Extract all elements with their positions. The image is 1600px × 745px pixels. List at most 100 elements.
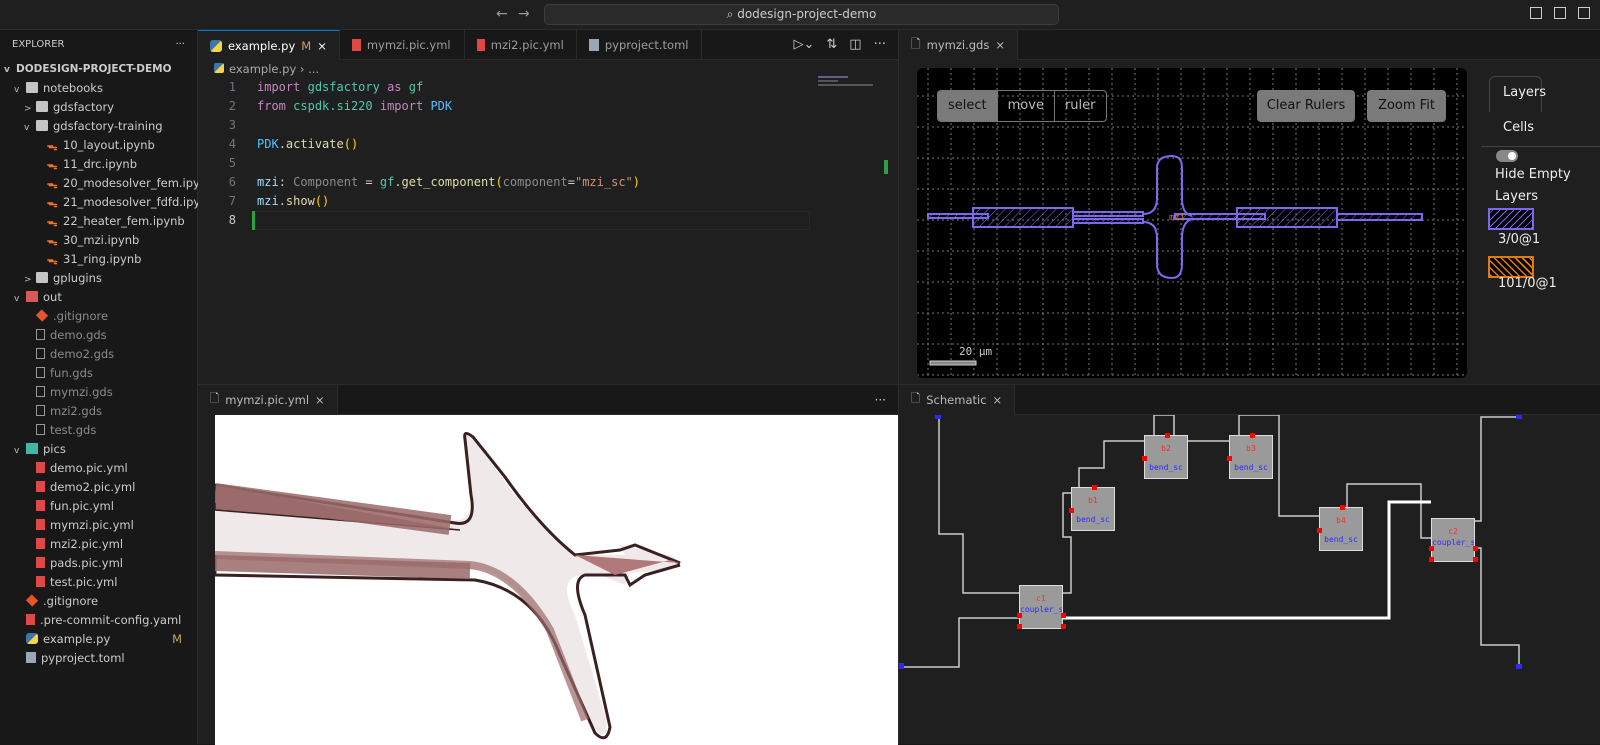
port-marker[interactable] (1250, 433, 1255, 438)
compare-changes-icon[interactable]: ⇅ (826, 37, 837, 52)
tree-item[interactable]: > gdsfactory (0, 98, 197, 117)
port-marker[interactable] (1092, 485, 1097, 490)
instance-type: bend_sc (1149, 463, 1183, 472)
tree-item[interactable]: v gdsfactory-training (0, 117, 197, 136)
close-tab-icon[interactable]: × (315, 393, 325, 407)
tree-item[interactable]: test.gds (0, 421, 197, 440)
more-actions-icon[interactable]: ··· (863, 385, 898, 414)
tree-item[interactable]: fun.gds (0, 364, 197, 383)
port-marker[interactable] (1429, 546, 1434, 551)
schematic-instance-b2[interactable]: b2 bend_sc (1142, 433, 1188, 479)
tab-mzi2-pic-yml[interactable]: mzi2.pic.yml (465, 30, 577, 60)
port-marker[interactable] (1429, 557, 1434, 562)
port-marker[interactable] (1017, 613, 1022, 618)
zoom-fit-button[interactable]: Zoom Fit (1367, 90, 1446, 122)
cursor-line[interactable] (255, 211, 810, 230)
tab-schematic[interactable]: 🗋 Schematic × (899, 385, 1016, 415)
tab-cells[interactable]: Cells (1503, 120, 1534, 135)
port-marker[interactable] (1473, 557, 1478, 562)
tree-item[interactable]: .gitignore (0, 307, 197, 326)
tree-item[interactable]: pyproject.toml (0, 649, 197, 668)
clear-rulers-button[interactable]: Clear Rulers (1257, 90, 1355, 122)
schematic-instance-b1[interactable]: b1 bend_sc (1069, 485, 1115, 531)
tree-item[interactable]: v out (0, 288, 197, 307)
tree-item[interactable]: ᯓ 10_layout.ipynb (0, 136, 197, 155)
tree-item[interactable]: ᯓ 11_drc.ipynb (0, 155, 197, 174)
tree-item[interactable]: ᯓ 22_heater_fem.ipynb (0, 212, 197, 231)
split-editor-icon[interactable]: ◫ (849, 37, 861, 52)
explorer-more-button[interactable]: ··· (175, 39, 185, 51)
command-center-search[interactable]: ⌕ dodesign-project-demo (544, 4, 1059, 25)
code-editor[interactable]: example.py › ... 1 import gdsfactory as g… (198, 60, 898, 384)
tree-item[interactable]: > gplugins (0, 269, 197, 288)
layout-canvas[interactable]: mzi select move ruler Clear Rulers Zoom … (917, 68, 1467, 378)
select-tool-button[interactable]: select (938, 91, 998, 121)
run-icon[interactable]: ▷⌄ (794, 37, 815, 52)
tree-item[interactable]: example.py M (0, 630, 197, 649)
tree-item[interactable]: test.pic.yml (0, 573, 197, 592)
tree-item[interactable]: fun.pic.yml (0, 497, 197, 516)
port-marker[interactable] (1069, 508, 1074, 513)
ruler-tool-button[interactable]: ruler (1055, 91, 1106, 121)
tree-item[interactable]: demo.pic.yml (0, 459, 197, 478)
project-root[interactable]: v DODESIGN-PROJECT-DEMO (0, 60, 197, 79)
schematic-instance-b4[interactable]: b4 bend_sc (1317, 505, 1363, 551)
schematic-instance-c2[interactable]: c2 coupler_sc (1429, 518, 1478, 562)
close-tab-icon[interactable]: × (995, 38, 1005, 52)
port-marker[interactable] (1061, 624, 1066, 629)
tab-mymzi-gds[interactable]: 🗋 mymzi.gds × (899, 30, 1018, 60)
tree-item[interactable]: ᯓ 31_ring.ipynb (0, 250, 197, 269)
port-marker[interactable] (1317, 528, 1322, 533)
layer-swatch-101-0[interactable] (1488, 256, 1534, 278)
tree-item-label: test.pic.yml (50, 575, 118, 589)
tab-mymzi-pic-yml[interactable]: mymzi.pic.yml (340, 30, 465, 60)
tree-item[interactable]: ᯓ 20_modesolver_fem.ipynb (0, 174, 215, 193)
3d-viewport[interactable] (215, 415, 898, 745)
tree-item[interactable]: mymzi.gds (0, 383, 197, 402)
port-marker[interactable] (1165, 433, 1170, 438)
close-tab-icon[interactable]: × (993, 393, 1003, 407)
back-button[interactable]: ← (496, 6, 508, 22)
nb-icon: ᯓ (46, 197, 58, 210)
breadcrumb-file[interactable]: example.py (229, 62, 296, 76)
port-marker[interactable] (1227, 456, 1232, 461)
schematic-instance-c1[interactable]: c1 coupler_sc (1017, 585, 1066, 629)
port-marker[interactable] (1017, 624, 1022, 629)
port-marker[interactable] (1142, 456, 1147, 461)
schematic-instance-b3[interactable]: b3 bend_sc (1227, 433, 1273, 479)
more-actions-icon[interactable]: ··· (874, 37, 886, 52)
port-marker[interactable] (1473, 546, 1478, 551)
tree-item[interactable]: v notebooks (0, 79, 197, 98)
project-name: DODESIGN-PROJECT-DEMO (16, 63, 172, 75)
tree-item[interactable]: .gitignore (0, 592, 197, 611)
tree-item[interactable]: demo2.gds (0, 345, 197, 364)
tab-pyproject-toml[interactable]: pyproject.toml (577, 30, 702, 60)
hide-empty-toggle[interactable] (1496, 150, 1518, 162)
forward-button[interactable]: → (518, 6, 530, 22)
breadcrumb-symbol[interactable]: › ... (300, 62, 319, 76)
tree-item[interactable]: .pre-commit-config.yaml (0, 611, 197, 630)
tab-label: mymzi.pic.yml (366, 38, 451, 52)
tree-item[interactable]: ᯓ 30_mzi.ipynb (0, 231, 197, 250)
port-marker[interactable] (1340, 505, 1345, 510)
tree-item[interactable]: ᯓ 21_modesolver_fdfd.ipynb (0, 193, 215, 212)
tree-item[interactable]: pads.pic.yml (0, 554, 197, 573)
tree-item[interactable]: mzi2.pic.yml (0, 535, 197, 554)
tab-layers[interactable]: Layers (1489, 76, 1546, 112)
tree-item[interactable]: demo2.pic.yml (0, 478, 197, 497)
tab-example-py[interactable]: example.py M × (198, 30, 340, 60)
toggle-panel-icon[interactable] (1554, 7, 1566, 19)
layer-swatch-3-0[interactable] (1488, 208, 1534, 230)
minimap[interactable] (818, 76, 878, 90)
toggle-secondary-sidebar-icon[interactable] (1578, 7, 1590, 19)
port-marker[interactable] (1061, 613, 1066, 618)
close-tab-icon[interactable]: × (317, 39, 327, 53)
move-tool-button[interactable]: move (998, 91, 1055, 121)
tree-item[interactable]: v pics (0, 440, 197, 459)
toggle-sidebar-icon[interactable] (1530, 7, 1542, 19)
tab-mymzi-pic-yml-3d[interactable]: 🗋 mymzi.pic.yml × (198, 385, 338, 415)
tree-item[interactable]: mymzi.pic.yml (0, 516, 197, 535)
tree-item[interactable]: demo.gds (0, 326, 197, 345)
tree-item-label: gplugins (53, 271, 102, 285)
tree-item[interactable]: mzi2.gds (0, 402, 197, 421)
